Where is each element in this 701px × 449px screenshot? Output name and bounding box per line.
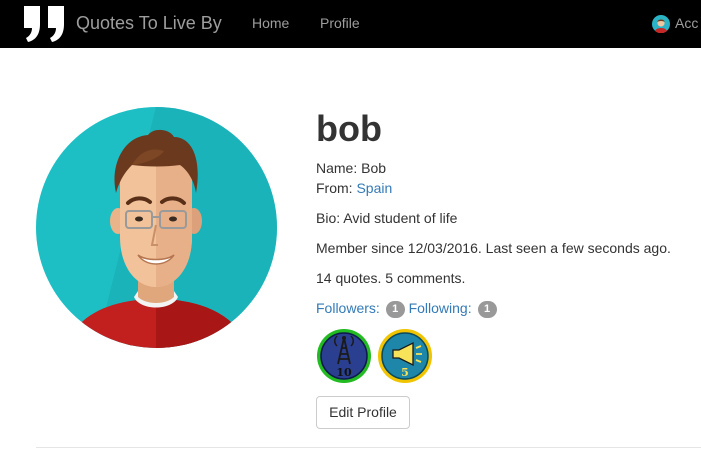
follow-row: Followers: 1 Following: 1 [316,300,497,318]
followers-link[interactable]: Followers: [316,300,380,316]
from-country-link[interactable]: Spain [356,180,392,196]
edit-profile-button[interactable]: Edit Profile [316,396,410,429]
profile-avatar [36,107,277,348]
nav-home-link[interactable]: Home [252,15,289,31]
bio-row: Bio: Avid student of life [316,210,457,226]
following-link[interactable]: Following: [409,300,472,316]
bio-label: Bio: [316,210,341,226]
followers-count-badge: 1 [385,301,405,318]
name-row: Name: Bob [316,160,386,176]
member-since-text: Member since 12/03/2016. Last seen a few… [316,240,671,256]
section-divider [36,447,701,448]
from-row: From: Spain [316,180,392,196]
medal-1-text: 10 [336,366,352,379]
bio-value: Avid student of life [343,210,458,226]
nav-profile-link[interactable]: Profile [320,15,360,31]
from-label: From: [316,180,353,196]
navbar: Quotes To Live By Home Profile Acc [0,0,701,48]
account-avatar-icon [652,15,670,33]
account-label: Acc [675,15,699,31]
medal-2-text: 5 [401,366,409,379]
following-count-badge: 1 [477,301,497,318]
name-value: Bob [361,160,387,176]
brand-title[interactable]: Quotes To Live By [76,13,222,34]
name-label: Name: [316,160,358,176]
megaphone-medal-icon[interactable]: 5 [377,328,433,384]
profile-username: bob [316,108,382,149]
quote-marks-icon[interactable] [24,6,68,42]
antenna-tower-medal-icon[interactable]: 10 [316,328,372,384]
activity-counts-text: 14 quotes. 5 comments. [316,270,466,286]
